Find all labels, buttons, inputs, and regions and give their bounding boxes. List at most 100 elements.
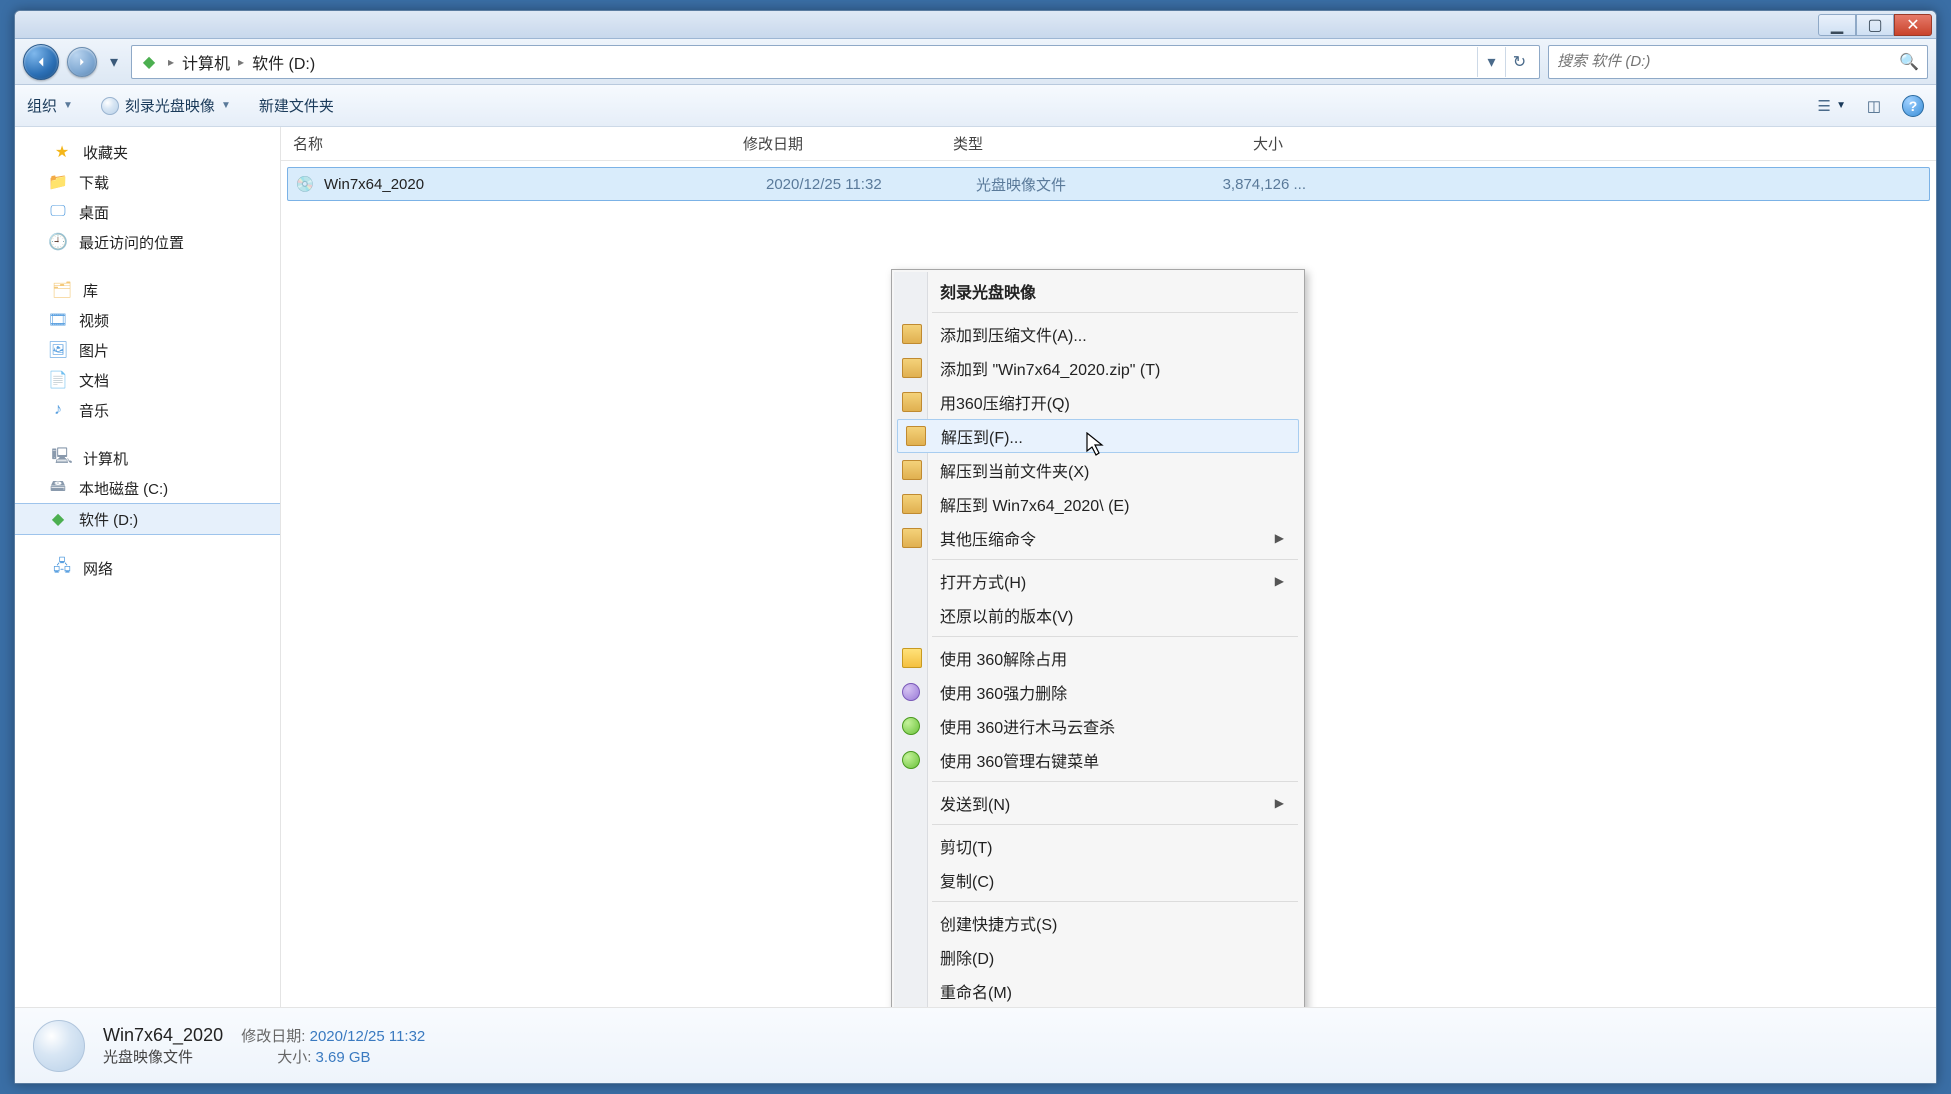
file-row[interactable]: 💿 Win7x64_2020 2020/12/25 11:32 光盘映像文件 3… [287, 167, 1930, 201]
ctx-360-force-delete[interactable]: 使用 360强力删除 [894, 675, 1302, 709]
ctx-copy[interactable]: 复制(C) [894, 863, 1302, 897]
sidebar-header-network[interactable]: ▸🖧 网络 [15, 553, 280, 583]
file-list-pane: 名称 修改日期 类型 大小 💿 Win7x64_2020 2020/12/25 … [281, 127, 1936, 1007]
disc-image-icon [33, 1020, 85, 1072]
ctx-360-scan[interactable]: 使用 360进行木马云查杀 [894, 709, 1302, 743]
ctx-create-shortcut[interactable]: 创建快捷方式(S) [894, 906, 1302, 940]
sidebar-item-desktop[interactable]: 🖵桌面 [15, 197, 280, 227]
ctx-separator [932, 636, 1298, 637]
ctx-extract-here[interactable]: 解压到当前文件夹(X) [894, 453, 1302, 487]
network-label: 网络 [83, 558, 113, 579]
drive-icon: 🖴 [47, 477, 69, 499]
ctx-add-to-zip[interactable]: 添加到 "Win7x64_2020.zip" (T) [894, 351, 1302, 385]
nav-sidebar: ▸★ 收藏夹 📁下载 🖵桌面 🕘最近访问的位置 ▸🗂 库 🎞视频 🖼图片 📄文档… [15, 127, 281, 1007]
column-size[interactable]: 大小 [1163, 133, 1283, 154]
file-name: Win7x64_2020 [324, 176, 766, 193]
ctx-restore-previous[interactable]: 还原以前的版本(V) [894, 598, 1302, 632]
refresh-button[interactable]: ↻ [1505, 47, 1533, 77]
ctx-open-with[interactable]: 打开方式(H)▶ [894, 564, 1302, 598]
ctx-extract-to[interactable]: 解压到(F)... [897, 419, 1299, 453]
folder-icon: 📁 [47, 171, 69, 193]
view-mode-button[interactable]: ☰▼ [1814, 96, 1846, 116]
sidebar-item-drive-d[interactable]: ◆软件 (D:) [15, 503, 280, 535]
search-box[interactable]: 🔍 [1548, 45, 1928, 79]
archive-icon [902, 494, 922, 514]
context-menu: 刻录光盘映像 添加到压缩文件(A)... 添加到 "Win7x64_2020.z… [891, 269, 1305, 1007]
details-title: Win7x64_2020 [103, 1025, 223, 1045]
sidebar-group-favorites: ▸★ 收藏夹 📁下载 🖵桌面 🕘最近访问的位置 [15, 137, 280, 257]
close-button[interactable]: ✕ [1894, 14, 1932, 36]
sidebar-item-video[interactable]: 🎞视频 [15, 305, 280, 335]
ctx-360-unlock[interactable]: 使用 360解除占用 [894, 641, 1302, 675]
sidebar-group-libraries: ▸🗂 库 🎞视频 🖼图片 📄文档 ♪音乐 [15, 275, 280, 425]
search-icon[interactable]: 🔍 [1899, 52, 1919, 72]
breadcrumb-computer[interactable]: 计算机 [182, 50, 230, 74]
back-button[interactable] [23, 44, 59, 80]
forward-button[interactable] [67, 47, 97, 77]
submenu-arrow-icon: ▶ [1275, 531, 1284, 545]
recent-icon: 🕘 [47, 231, 69, 253]
organize-menu[interactable]: 组织▼ [27, 95, 73, 116]
sidebar-header-computer[interactable]: ▸🖳 计算机 [15, 443, 280, 473]
nav-bar: ▾ ◆ ▸ 计算机 ▸ 软件 (D:) ▾ ↻ 🔍 [15, 39, 1936, 85]
ctx-delete[interactable]: 删除(D) [894, 940, 1302, 974]
ctx-other-compress[interactable]: 其他压缩命令▶ [894, 521, 1302, 555]
ctx-extract-named[interactable]: 解压到 Win7x64_2020\ (E) [894, 487, 1302, 521]
computer-icon: 🖳 [51, 447, 73, 469]
archive-icon [906, 426, 926, 446]
network-icon: 🖧 [51, 557, 73, 579]
ctx-rename[interactable]: 重命名(M) [894, 974, 1302, 1007]
ctx-separator [932, 901, 1298, 902]
ctx-360-manage-menu[interactable]: 使用 360管理右键菜单 [894, 743, 1302, 777]
ctx-burn-disc-image[interactable]: 刻录光盘映像 [894, 274, 1302, 308]
sidebar-item-drive-c[interactable]: 🖴本地磁盘 (C:) [15, 473, 280, 503]
column-date[interactable]: 修改日期 [743, 133, 953, 154]
sidebar-item-downloads[interactable]: 📁下载 [15, 167, 280, 197]
submenu-arrow-icon: ▶ [1275, 796, 1284, 810]
file-size: 3,874,126 ... [1186, 176, 1306, 193]
column-headers: 名称 修改日期 类型 大小 [281, 127, 1936, 161]
new-folder-button[interactable]: 新建文件夹 [259, 95, 334, 116]
ctx-cut[interactable]: 剪切(T) [894, 829, 1302, 863]
breadcrumb-sep-icon: ▸ [238, 55, 244, 69]
archive-icon [902, 324, 922, 344]
sidebar-item-pictures[interactable]: 🖼图片 [15, 335, 280, 365]
ctx-add-to-archive[interactable]: 添加到压缩文件(A)... [894, 317, 1302, 351]
column-name[interactable]: 名称 [293, 133, 743, 154]
minimize-button[interactable]: ▁ [1818, 14, 1856, 36]
sidebar-group-network: ▸🖧 网络 [15, 553, 280, 583]
help-button[interactable]: ? [1902, 95, 1924, 117]
sidebar-header-libraries[interactable]: ▸🗂 库 [15, 275, 280, 305]
details-size: 3.69 GB [316, 1049, 371, 1066]
breadcrumb-sep-icon: ▸ [168, 55, 174, 69]
sidebar-group-computer: ▸🖳 计算机 🖴本地磁盘 (C:) ◆软件 (D:) [15, 443, 280, 535]
list-view-icon: ☰ [1814, 96, 1834, 116]
archive-icon [902, 528, 922, 548]
drive-icon: ◆ [47, 508, 69, 530]
breadcrumb-drive[interactable]: 软件 (D:) [252, 50, 315, 74]
address-dropdown[interactable]: ▾ [1477, 47, 1505, 77]
explorer-body: ▸★ 收藏夹 📁下载 🖵桌面 🕘最近访问的位置 ▸🗂 库 🎞视频 🖼图片 📄文档… [15, 127, 1936, 1007]
ctx-send-to[interactable]: 发送到(N)▶ [894, 786, 1302, 820]
titlebar: ▁ ▢ ✕ [15, 11, 1936, 39]
preview-pane-button[interactable]: ◫ [1864, 96, 1884, 116]
sidebar-header-favorites[interactable]: ▸★ 收藏夹 [15, 137, 280, 167]
details-pane: Win7x64_2020 修改日期: 2020/12/25 11:32 光盘映像… [15, 1007, 1936, 1083]
search-input[interactable] [1557, 53, 1899, 70]
ctx-open-with-360zip[interactable]: 用360压缩打开(Q) [894, 385, 1302, 419]
address-bar[interactable]: ◆ ▸ 计算机 ▸ 软件 (D:) ▾ ↻ [131, 45, 1540, 79]
sidebar-item-documents[interactable]: 📄文档 [15, 365, 280, 395]
360-icon [902, 751, 920, 769]
burn-label: 刻录光盘映像 [125, 95, 215, 116]
drive-icon: ◆ [138, 51, 160, 73]
maximize-button[interactable]: ▢ [1856, 14, 1894, 36]
file-type: 光盘映像文件 [976, 174, 1186, 195]
column-type[interactable]: 类型 [953, 133, 1163, 154]
file-date: 2020/12/25 11:32 [766, 176, 976, 193]
details-type: 光盘映像文件 [103, 1049, 193, 1066]
sidebar-item-music[interactable]: ♪音乐 [15, 395, 280, 425]
nav-history-dropdown[interactable]: ▾ [105, 44, 123, 80]
burn-disc-image-button[interactable]: 刻录光盘映像▼ [101, 95, 231, 116]
360-icon [902, 683, 920, 701]
sidebar-item-recent[interactable]: 🕘最近访问的位置 [15, 227, 280, 257]
